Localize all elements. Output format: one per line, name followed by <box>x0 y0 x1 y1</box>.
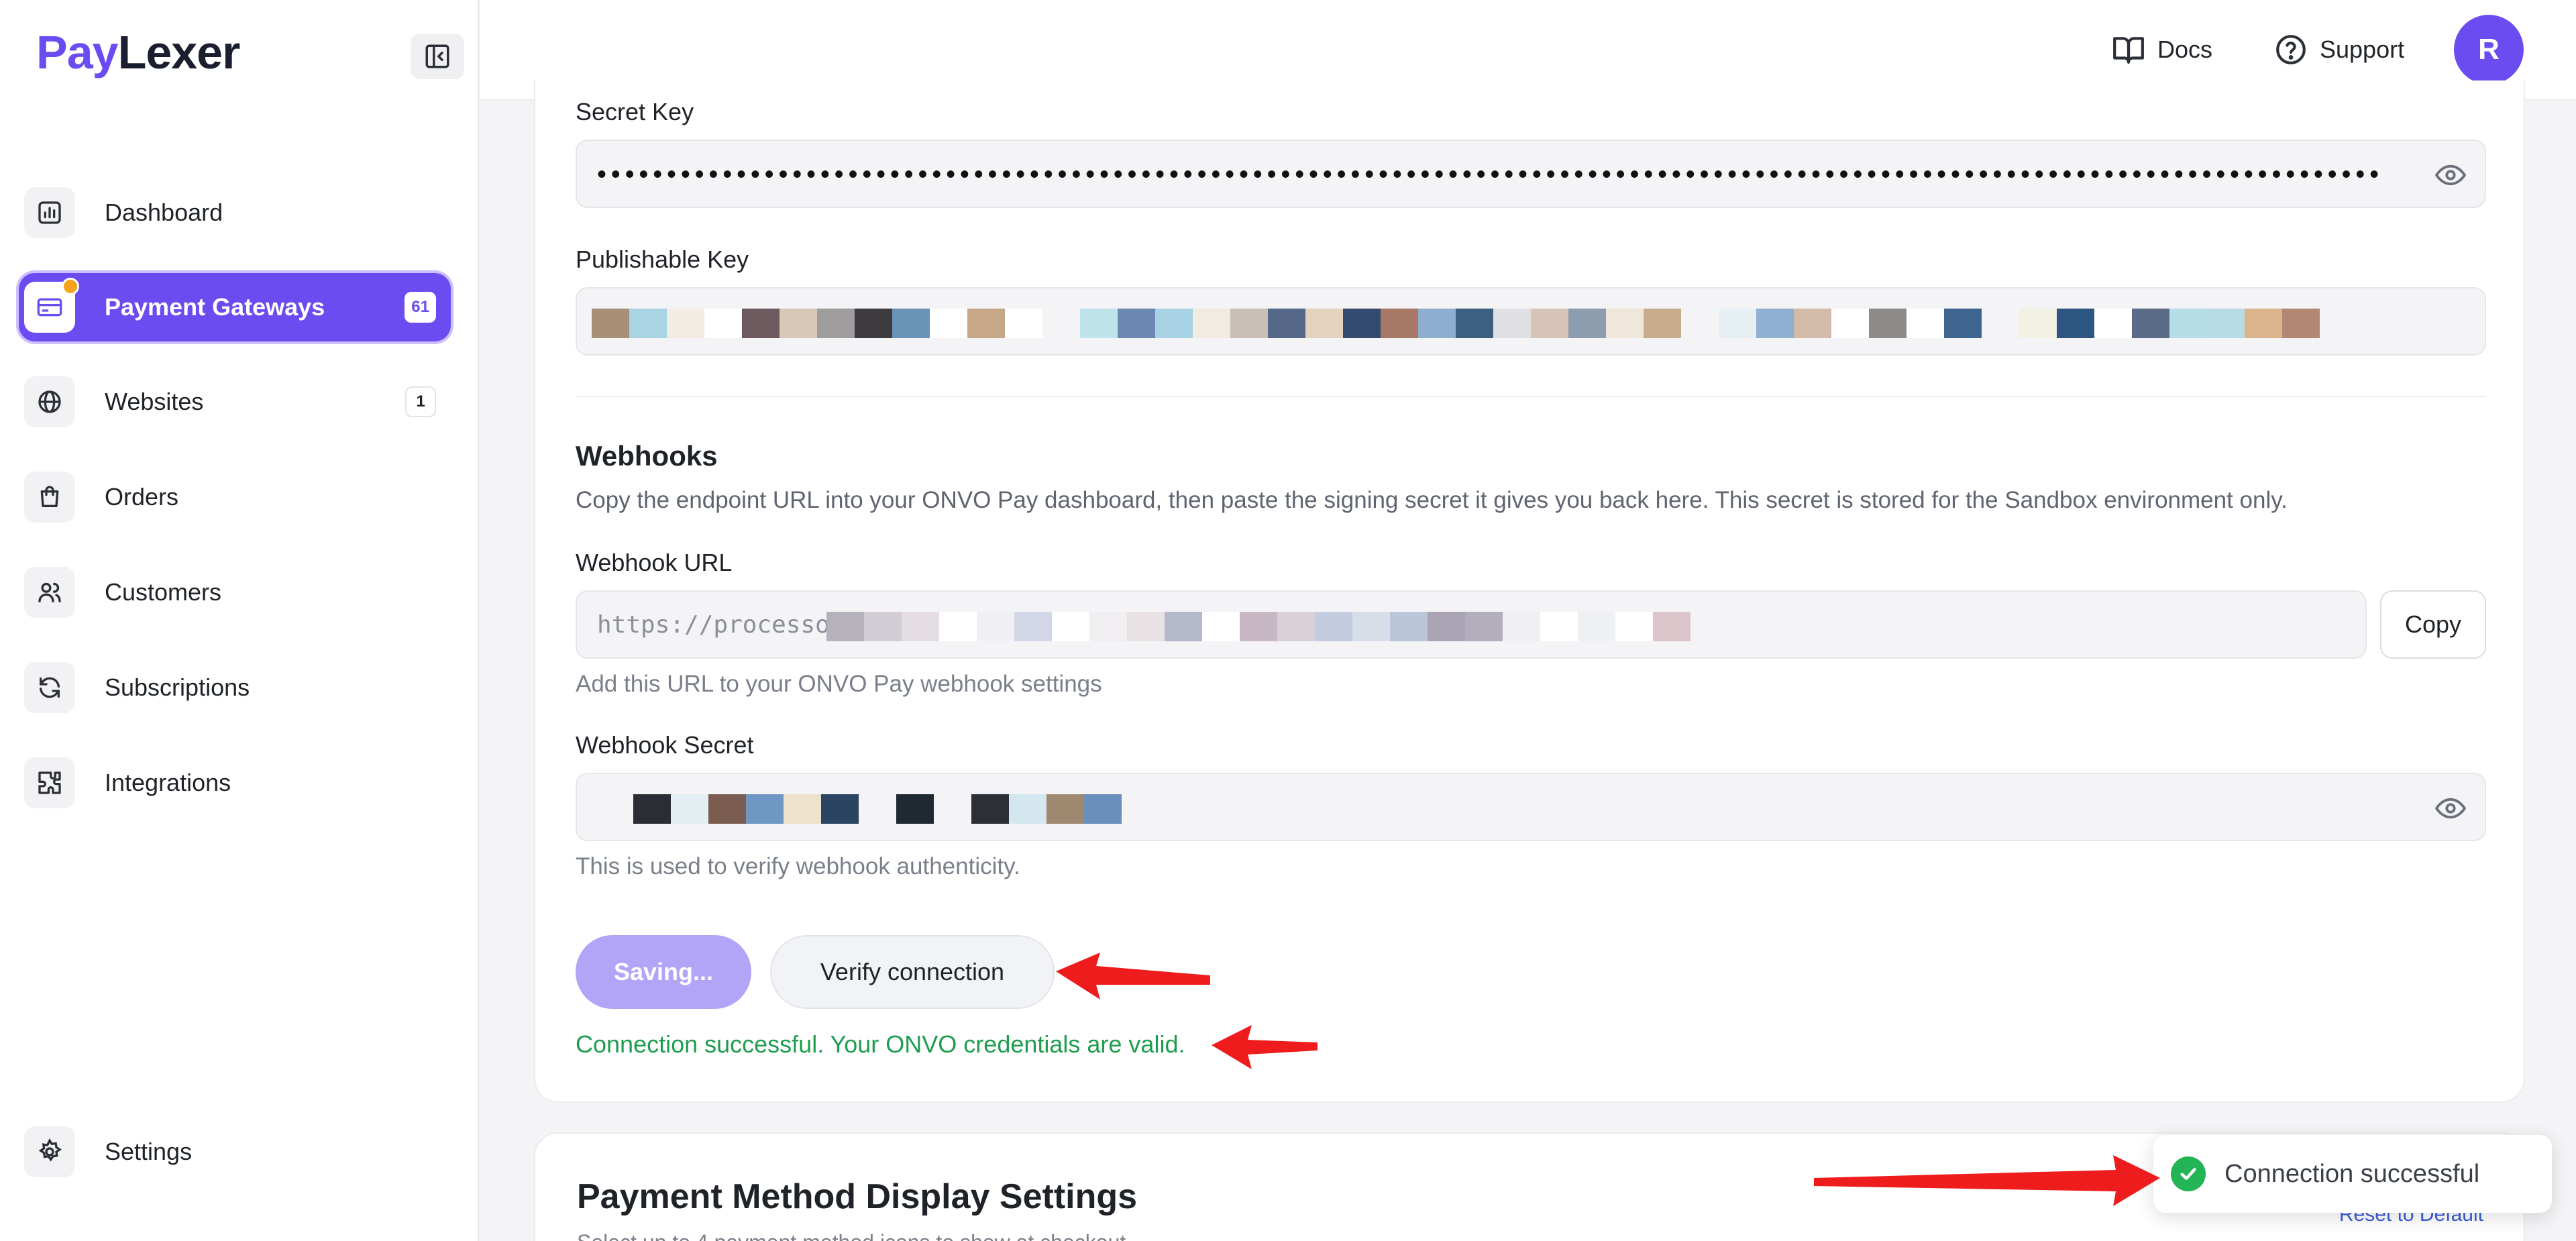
gear-icon <box>24 1126 75 1177</box>
webhook-url-value: https://processor <box>597 611 845 639</box>
check-circle-icon <box>2171 1156 2206 1191</box>
notification-dot <box>62 278 79 295</box>
sidebar-item-label: Subscriptions <box>105 673 250 701</box>
eye-icon[interactable] <box>2435 796 2466 821</box>
globe-icon <box>24 376 75 427</box>
webhook-secret-label: Webhook Secret <box>576 731 754 759</box>
bar-chart-icon <box>24 187 75 238</box>
credit-card-icon <box>24 278 79 333</box>
save-button[interactable]: Saving... <box>576 935 751 1009</box>
webhook-url-label: Webhook URL <box>576 549 733 576</box>
shopping-bag-icon <box>24 472 75 523</box>
publishable-key-label: Publishable Key <box>576 246 749 273</box>
redacted-webhook-secret <box>633 794 1122 824</box>
copy-url-button[interactable]: Copy <box>2380 590 2486 659</box>
sidebar-item-payment-gateways[interactable]: Payment Gateways 61 <box>19 273 451 341</box>
redacted-webhook-url <box>826 612 1690 641</box>
payment-method-display-subtitle: Select up to 4 payment method icons to s… <box>577 1230 1126 1241</box>
sidebar-item-label: Integrations <box>105 769 231 796</box>
puzzle-icon <box>24 757 75 808</box>
refresh-icon <box>24 662 75 713</box>
webhook-url-input[interactable]: https://processor <box>576 590 2367 659</box>
sidebar-item-label: Websites <box>105 388 204 415</box>
verify-connection-button[interactable]: Verify connection <box>770 935 1055 1009</box>
sidebar-item-label: Orders <box>105 483 179 510</box>
sidebar-item-settings[interactable]: Settings <box>19 1118 451 1186</box>
webhooks-description: Copy the endpoint URL into your ONVO Pay… <box>576 487 2288 513</box>
connection-success-message: Connection successful. Your ONVO credent… <box>576 1030 1185 1058</box>
docs-label: Docs <box>2157 36 2213 63</box>
support-label: Support <box>2320 36 2405 63</box>
sidebar-item-integrations[interactable]: Integrations <box>19 749 451 817</box>
support-link[interactable]: Support <box>2274 30 2404 70</box>
success-toast[interactable]: Connection successful <box>2153 1135 2552 1213</box>
secret-key-label: Secret Key <box>576 98 694 125</box>
count-badge: 1 <box>405 386 436 417</box>
gateway-settings-card: Secret Key •••••••••••••••••••••••••••••… <box>534 80 2525 1103</box>
sidebar: PayLexer Dashboard Payment Gateways 61 W… <box>0 0 479 1241</box>
app-logo[interactable]: PayLexer <box>36 25 241 79</box>
collapse-sidebar-button[interactable] <box>411 34 464 79</box>
sidebar-item-customers[interactable]: Customers <box>19 558 451 627</box>
sidebar-item-label: Payment Gateways <box>105 293 325 321</box>
user-avatar[interactable]: R <box>2454 15 2524 85</box>
webhook-url-hint: Add this URL to your ONVO Pay webhook se… <box>576 671 1102 697</box>
secret-key-value: ••••••••••••••••••••••••••••••••••••••••… <box>597 160 2383 189</box>
sidebar-item-label: Customers <box>105 578 222 606</box>
users-icon <box>24 567 75 618</box>
logo-text-pay: Pay <box>36 26 119 78</box>
payment-method-display-title: Payment Method Display Settings <box>577 1177 1138 1216</box>
count-badge: 61 <box>405 292 436 323</box>
sidebar-item-websites[interactable]: Websites 1 <box>19 368 451 436</box>
help-circle-icon <box>2276 35 2306 64</box>
logo-text-lexer: Lexer <box>117 26 241 78</box>
webhooks-title: Webhooks <box>576 440 718 472</box>
publishable-key-input[interactable] <box>576 287 2486 356</box>
eye-icon[interactable] <box>2435 162 2466 188</box>
sidebar-item-label: Settings <box>105 1138 193 1165</box>
webhook-secret-input[interactable] <box>576 773 2486 841</box>
sidebar-collapse-icon <box>425 44 449 68</box>
docs-link[interactable]: Docs <box>2112 30 2212 70</box>
secret-key-input[interactable]: ••••••••••••••••••••••••••••••••••••••••… <box>576 140 2486 208</box>
sidebar-item-dashboard[interactable]: Dashboard <box>19 178 451 247</box>
section-divider <box>576 396 2486 397</box>
sidebar-item-label: Dashboard <box>105 199 223 226</box>
toast-message: Connection successful <box>2224 1159 2480 1188</box>
sidebar-item-orders[interactable]: Orders <box>19 463 451 531</box>
sidebar-item-subscriptions[interactable]: Subscriptions <box>19 653 451 722</box>
webhook-secret-hint: This is used to verify webhook authentic… <box>576 853 1020 879</box>
book-icon <box>2113 37 2144 64</box>
redacted-publishable-key <box>592 309 2320 338</box>
